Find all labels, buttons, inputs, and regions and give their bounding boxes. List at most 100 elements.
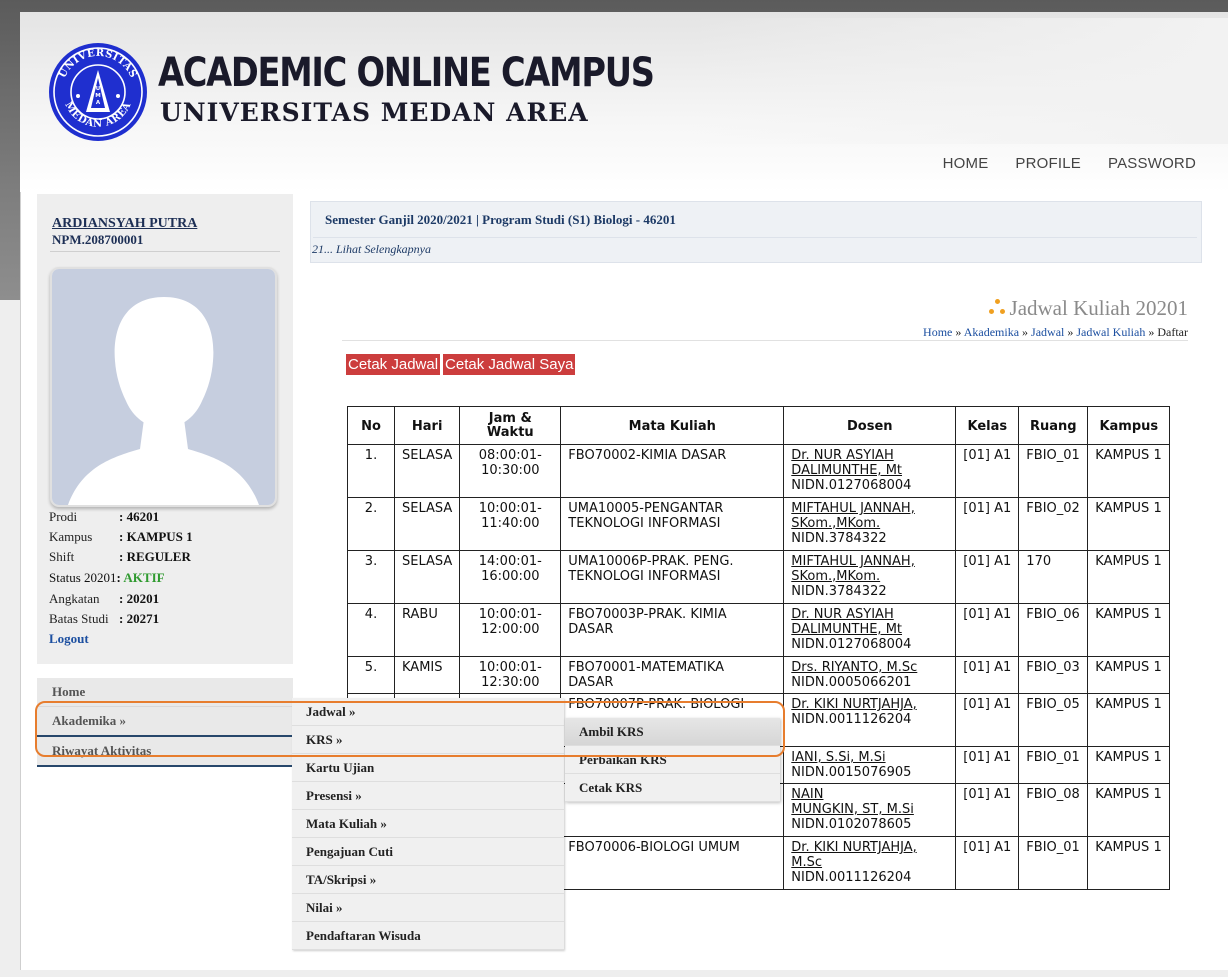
cell-mata-kuliah: FBO70002-KIMIA DASAR (560, 444, 785, 498)
breadcrumb-jadwal[interactable]: Jadwal (1031, 325, 1064, 339)
breadcrumb-home[interactable]: Home (923, 325, 952, 339)
dosen-name-link[interactable]: Dr. NUR ASYIAH DALIMUNTHE, Mt (791, 448, 902, 478)
cetak-jadwal-saya-button[interactable]: Cetak Jadwal Saya (443, 354, 576, 375)
dosen-nidn: NIDN.0011126204 (791, 870, 912, 885)
site-title: ACADEMIC ONLINE CAMPUS (158, 50, 655, 96)
table-row: 2. SELASA 10:00:01- 11:40:00 UMA10005-PENGA… (347, 497, 1171, 551)
dosen-name-link[interactable]: Dr. KIKI NURTJAHJA, (791, 697, 916, 712)
nav-profile[interactable]: PROFILE (1015, 155, 1081, 172)
breadcrumb: Home » Akademika » Jadwal » Jadwal Kulia… (923, 325, 1188, 339)
cell-mata-kuliah: UMA10006P-PRAK. PENG. TEKNOLOGI INFORMAS… (560, 550, 785, 604)
cell-mata-kuliah: FBO70003P-PRAK. KIMIA DASAR (560, 603, 785, 657)
cell-no: 1. (347, 444, 395, 498)
student-npm: NPM.208700001 (52, 232, 144, 247)
menu-item-perbaikan-krs[interactable]: Perbaikan KRS (565, 746, 780, 774)
site-subtitle: UNIVERSITAS MEDAN AREA (160, 98, 589, 127)
header-fade (690, 18, 1228, 144)
cell-kampus: KAMPUS 1 (1087, 603, 1171, 657)
menu-item-ta-skripsi[interactable]: TA/Skripsi » (292, 866, 564, 894)
page-title: Jadwal Kuliah 20201 (988, 296, 1188, 321)
dosen-name-link[interactable]: Dr. KIKI NURTJAHJA, M.Sc (791, 840, 916, 870)
profile-photo (50, 267, 277, 507)
cell-hari: KAMIS (393, 656, 461, 694)
menu-item-krs[interactable]: KRS » (292, 726, 564, 754)
dots-icon (988, 298, 1006, 316)
cell-kelas: [01] A1 (955, 746, 1020, 784)
dosen-name-link[interactable]: NAIN MUNGKIN, ST, M.Si (791, 787, 914, 817)
dosen-nidn: NIDN.0127068004 (791, 478, 912, 493)
col-header-no: No (347, 406, 395, 445)
announcement-ticker[interactable]: 21... Lihat Selengkapnya (312, 242, 431, 257)
cell-kampus: KAMPUS 1 (1087, 497, 1171, 551)
akademika-submenu: Jadwal » KRS » Kartu Ujian Presensi » Mata K… (292, 698, 564, 950)
cell-dosen: IANI, S.Si, M.Si NIDN.0015076905 (783, 746, 957, 784)
sidebar-item-riwayat-aktivitas[interactable]: Riwayat Aktivitas (37, 737, 293, 767)
col-header-dosen: Dosen (783, 406, 957, 445)
menu-item-kartu-ujian[interactable]: Kartu Ujian (292, 754, 564, 782)
dosen-name-link[interactable]: Dr. NUR ASYIAH DALIMUNTHE, Mt (791, 607, 902, 637)
table-row: 1. SELASA 08:00:01- 10:30:00 FBO70002-KIMIA… (347, 444, 1171, 498)
cell-kelas: [01] A1 (955, 783, 1020, 837)
cell-jam: 14:00:01- 16:00:00 (459, 550, 562, 604)
cell-no: 3. (347, 550, 395, 604)
cell-kampus: KAMPUS 1 (1087, 656, 1171, 694)
svg-text:U: U (96, 86, 100, 92)
cell-hari: SELASA (393, 444, 461, 498)
cell-kampus: KAMPUS 1 (1087, 783, 1171, 837)
dosen-name-link[interactable]: IANI, S.Si, M.Si (791, 750, 885, 765)
info-status: Status 20201: AKTIF (49, 570, 165, 585)
cell-ruang: FBIO_01 (1018, 444, 1089, 498)
dosen-name-link[interactable]: Drs. RIYANTO, M.Sc (791, 660, 917, 675)
cell-mata-kuliah: FBO70001-MATEMATIKA DASAR (560, 656, 785, 694)
semester-panel (310, 201, 1202, 263)
cell-dosen: NAIN MUNGKIN, ST, M.Si NIDN.0102078605 (783, 783, 957, 837)
cell-dosen: MIFTAHUL JANNAH, SKom.,MKom. NIDN.3784322 (783, 497, 957, 551)
col-header-ruang: Ruang (1018, 406, 1089, 445)
cell-mata-kuliah: UMA10005-PENGANTAR TEKNOLOGI INFORMASI (560, 497, 785, 551)
info-shift: Shift: REGULER (49, 549, 191, 564)
cell-kampus: KAMPUS 1 (1087, 550, 1171, 604)
menu-item-presensi[interactable]: Presensi » (292, 782, 564, 810)
cell-ruang: FBIO_01 (1018, 746, 1089, 784)
dosen-nidn: NIDN.0102078605 (791, 817, 912, 832)
cell-kampus: KAMPUS 1 (1087, 746, 1171, 784)
menu-item-jadwal[interactable]: Jadwal » (292, 698, 564, 726)
menu-item-cetak-krs[interactable]: Cetak KRS (565, 774, 780, 802)
nav-home[interactable]: HOME (943, 155, 989, 172)
cell-ruang: FBIO_02 (1018, 497, 1089, 551)
breadcrumb-akademika[interactable]: Akademika (964, 325, 1019, 339)
cell-no: 4. (347, 603, 395, 657)
dosen-name-link[interactable]: MIFTAHUL JANNAH, SKom.,MKom. (791, 501, 915, 531)
cell-jam: 10:00:01- 11:40:00 (459, 497, 562, 551)
logout-link[interactable]: Logout (49, 631, 89, 647)
cell-ruang: 170 (1018, 550, 1089, 604)
breadcrumb-jadwal-kuliah[interactable]: Jadwal Kuliah (1076, 325, 1145, 339)
cell-kelas: [01] A1 (955, 603, 1020, 657)
sidebar-item-akademika[interactable]: Akademika » (37, 707, 293, 737)
col-header-mata-kuliah: Mata Kuliah (560, 406, 785, 445)
dosen-nidn: NIDN.3784322 (791, 531, 887, 546)
cell-dosen: Dr. NUR ASYIAH DALIMUNTHE, Mt NIDN.012706… (783, 444, 957, 498)
menu-item-mata-kuliah[interactable]: Mata Kuliah » (292, 810, 564, 838)
dosen-name-link[interactable]: MIFTAHUL JANNAH, SKom.,MKom. (791, 554, 915, 584)
cell-hari: RABU (393, 603, 461, 657)
cell-mata-kuliah: FBO70006-BIOLOGI UMUM (560, 836, 785, 890)
menu-item-nilai[interactable]: Nilai » (292, 894, 564, 922)
semester-title: Semester Ganjil 2020/2021 | Program Stud… (325, 212, 676, 227)
cetak-jadwal-button[interactable]: Cetak Jadwal (346, 354, 441, 375)
cell-dosen: Dr. KIKI NURTJAHJA, NIDN.0011126204 (783, 693, 957, 747)
col-header-kampus: Kampus (1087, 406, 1171, 445)
menu-item-pendaftaran-wisuda[interactable]: Pendaftaran Wisuda (292, 922, 564, 950)
table-row: 3. SELASA 14:00:01- 16:00:00 UMA10006P-PRAK… (347, 550, 1171, 604)
cell-kelas: [01] A1 (955, 550, 1020, 604)
top-navigation: HOME PROFILE PASSWORD (943, 155, 1196, 172)
sidebar-item-home[interactable]: Home (37, 678, 293, 707)
menu-item-pengajuan-cuti[interactable]: Pengajuan Cuti (292, 838, 564, 866)
cell-kelas: [01] A1 (955, 444, 1020, 498)
table-row: 5. KAMIS 10:00:01- 12:30:00 FBO70001-MATEMA… (347, 656, 1171, 694)
nav-password[interactable]: PASSWORD (1108, 155, 1196, 172)
avatar-placeholder-icon (52, 269, 275, 505)
cell-ruang: FBIO_08 (1018, 783, 1089, 837)
menu-item-ambil-krs[interactable]: Ambil KRS (565, 718, 780, 746)
sidebar-menu: Home Akademika » Riwayat Aktivitas (37, 678, 293, 767)
